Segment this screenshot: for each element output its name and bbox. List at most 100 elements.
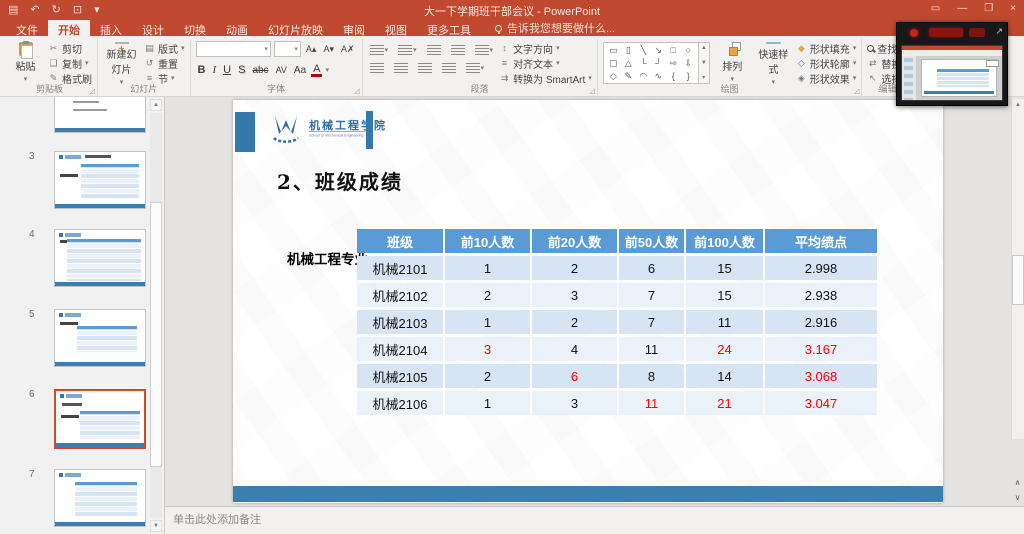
thumbnail-scroll-down-button[interactable]: ▼: [150, 520, 162, 532]
slide-title[interactable]: 2、班级成绩: [277, 166, 403, 195]
shape-icon[interactable]: ◇: [610, 70, 617, 82]
table-row[interactable]: 机械2105268143.068: [357, 364, 877, 388]
next-slide-button[interactable]: ∨: [1015, 491, 1021, 504]
bullets-button[interactable]: ▾: [368, 43, 391, 57]
shape-fill-button[interactable]: ◆形状填充▾: [796, 41, 857, 55]
bold-button[interactable]: B: [196, 63, 208, 78]
quick-styles-button[interactable]: 快速样式 ▾: [755, 40, 792, 83]
shape-outline-button[interactable]: ◇形状轮廓▾: [796, 56, 857, 70]
shape-icon[interactable]: ┘: [655, 57, 661, 69]
layout-button[interactable]: ▤版式▾: [144, 41, 185, 55]
thumbnail-slide-6-selected[interactable]: [54, 389, 146, 449]
grow-font-button[interactable]: A▴: [304, 42, 319, 57]
current-slide[interactable]: 机械工程学院 School of Mechanical Engineering …: [233, 100, 943, 503]
align-right-button[interactable]: [416, 61, 434, 75]
expand-icon[interactable]: ↗: [995, 26, 1003, 37]
thumbnail-scrollbar[interactable]: ▲ ▼: [150, 99, 162, 532]
shape-icon[interactable]: ∿: [655, 70, 663, 82]
thumbnail-scroll-thumb[interactable]: [150, 202, 162, 467]
paste-button[interactable]: 粘贴 ▾: [7, 40, 44, 83]
numbering-button[interactable]: ▾: [396, 43, 419, 57]
canvas-scroll-thumb[interactable]: [1012, 255, 1024, 305]
shape-icon[interactable]: }: [687, 70, 690, 82]
tab-home[interactable]: 开始: [48, 20, 90, 36]
line-spacing-button[interactable]: ▾: [473, 43, 496, 57]
font-name-combo[interactable]: ▾: [196, 41, 271, 57]
tab-more-tools[interactable]: 更多工具: [417, 20, 481, 36]
shapes-more-icon[interactable]: ▾: [702, 74, 705, 81]
tab-animations[interactable]: 动画: [216, 20, 258, 36]
shapes-scroll-down-icon[interactable]: ▼: [701, 60, 707, 66]
shape-icon[interactable]: {: [672, 70, 675, 82]
table-row[interactable]: 机械2102237152.938: [357, 283, 877, 307]
shapes-gallery-scrollbar[interactable]: ▲ ▼ ▾: [699, 42, 710, 84]
thumbnail-slide-2[interactable]: [54, 97, 146, 133]
tab-view[interactable]: 视图: [375, 20, 417, 36]
italic-button[interactable]: I: [210, 63, 218, 78]
minimize-icon[interactable]: —: [957, 2, 967, 16]
clear-formatting-button[interactable]: A✗: [339, 42, 357, 57]
new-slide-button[interactable]: 新建幻灯片 ▾: [103, 40, 140, 83]
shape-icon[interactable]: ▢: [609, 57, 618, 69]
strikethrough-button[interactable]: abc: [250, 63, 270, 78]
tab-review[interactable]: 审阅: [333, 20, 375, 36]
shape-icon[interactable]: ✎: [625, 70, 633, 82]
increase-indent-button[interactable]: [449, 43, 467, 57]
close-icon[interactable]: ×: [1010, 2, 1016, 16]
tab-slideshow[interactable]: 幻灯片放映: [258, 20, 333, 36]
thumbnail-scroll-up-button[interactable]: ▲: [150, 99, 162, 111]
thumbnail-slide-3[interactable]: [54, 151, 146, 209]
shape-icon[interactable]: ▭: [609, 44, 618, 56]
thumbnail-slide-7[interactable]: [54, 469, 146, 527]
font-dialog-launcher-icon[interactable]: ◿: [354, 87, 359, 95]
shape-icon[interactable]: ⇩: [685, 57, 693, 69]
table-row[interactable]: 机械2103127112.916: [357, 310, 877, 334]
paragraph-dialog-launcher-icon[interactable]: ◿: [589, 87, 594, 95]
tell-me-box[interactable]: 告诉我您想要做什么...: [495, 20, 615, 36]
shape-icon[interactable]: □: [671, 44, 676, 56]
shapes-scroll-up-icon[interactable]: ▲: [701, 45, 707, 51]
font-color-button[interactable]: A: [311, 63, 322, 77]
justify-button[interactable]: [440, 61, 458, 75]
align-left-button[interactable]: [368, 61, 386, 75]
clipboard-dialog-launcher-icon[interactable]: ◿: [90, 87, 95, 95]
text-direction-button[interactable]: ↕文字方向▾: [499, 41, 592, 55]
shrink-font-button[interactable]: A▾: [321, 42, 336, 57]
cut-button[interactable]: ✂剪切: [48, 41, 92, 55]
font-size-combo[interactable]: ▾: [274, 41, 301, 57]
canvas-scroll-up-button[interactable]: ▲: [1012, 99, 1024, 111]
table-row[interactable]: 机械2101126152.998: [357, 256, 877, 280]
decrease-indent-button[interactable]: [425, 43, 443, 57]
tab-file[interactable]: 文件: [6, 20, 48, 36]
shape-icon[interactable]: └: [640, 57, 646, 69]
shared-screen-preview[interactable]: [901, 45, 1003, 101]
copy-button[interactable]: ❏复制▾: [48, 56, 92, 70]
reset-button[interactable]: ↺重置: [144, 56, 185, 70]
thumbnail-slide-4[interactable]: [54, 229, 146, 287]
stop-sharing-button[interactable]: [929, 28, 963, 37]
table-row[interactable]: 机械21043411243.167: [357, 337, 877, 361]
tab-design[interactable]: 设计: [132, 20, 174, 36]
tab-insert[interactable]: 插入: [90, 20, 132, 36]
thumbnail-slide-5[interactable]: [54, 309, 146, 367]
underline-button[interactable]: U: [221, 63, 233, 78]
table-row[interactable]: 机械21061311213.047: [357, 391, 877, 415]
columns-button[interactable]: ▾: [464, 61, 487, 75]
shape-icon[interactable]: ╲: [641, 44, 646, 56]
shape-icon[interactable]: ▯: [626, 44, 631, 56]
screen-share-overlay[interactable]: ↗: [896, 22, 1008, 106]
restore-icon[interactable]: ❐: [984, 2, 993, 16]
drawing-dialog-launcher-icon[interactable]: ◿: [854, 87, 859, 95]
canvas-scrollbar[interactable]: ▲: [1011, 99, 1024, 439]
align-text-button[interactable]: ≡对齐文本▾: [499, 56, 592, 70]
character-spacing-button[interactable]: AV: [274, 63, 289, 78]
shape-icon[interactable]: ⇨: [670, 57, 678, 69]
shape-icon[interactable]: △: [625, 57, 632, 69]
shape-icon[interactable]: ◠: [639, 70, 647, 82]
ribbon-options-icon[interactable]: ▭: [931, 2, 940, 16]
shape-icon[interactable]: ↘: [655, 44, 663, 56]
text-shadow-button[interactable]: S: [236, 63, 247, 78]
change-case-button[interactable]: Aa: [292, 63, 308, 78]
tab-transitions[interactable]: 切换: [174, 20, 216, 36]
previous-slide-button[interactable]: ∧: [1015, 476, 1021, 489]
